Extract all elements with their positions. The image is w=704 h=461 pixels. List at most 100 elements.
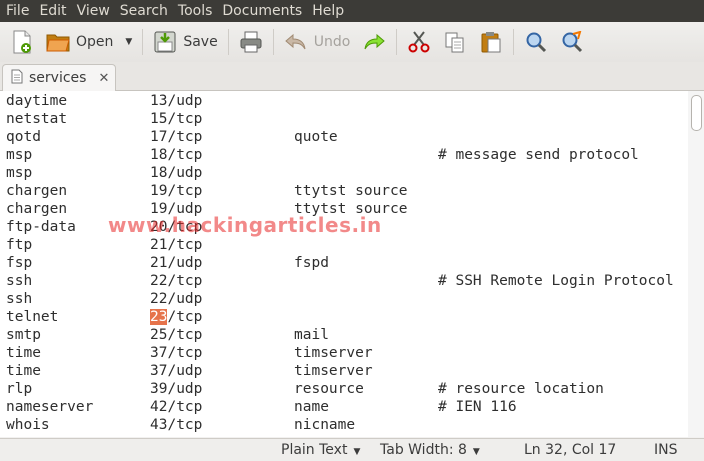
copy-icon <box>443 30 467 54</box>
editor-line: ssh 22/udp <box>0 290 202 308</box>
open-button[interactable]: Open <box>40 26 119 58</box>
editor-line: qotd 17/tcp quote <box>0 128 338 146</box>
port-protocol: 42/tcp <box>150 399 203 415</box>
service-name: ssh <box>6 273 33 289</box>
paste-icon <box>479 30 503 54</box>
paste-button[interactable] <box>473 26 509 58</box>
port-protocol: 23/tcp <box>150 308 202 326</box>
service-name: chargen <box>6 183 68 199</box>
line-comment: # IEN 116 <box>438 399 517 415</box>
replace-button[interactable] <box>554 26 590 58</box>
editor-line: msp 18/tcp # message send protocol <box>0 146 639 164</box>
line-comment: # message send protocol <box>438 147 639 163</box>
service-name: nameserver <box>6 399 94 415</box>
chevron-down-icon: ▼ <box>353 447 361 457</box>
service-name: rlp <box>6 381 33 397</box>
service-name: msp <box>6 147 33 163</box>
watermark: www.hackingarticles.in <box>108 213 382 237</box>
scissors-icon <box>407 30 431 54</box>
menu-view[interactable]: View <box>71 0 114 22</box>
open-label: Open <box>76 34 114 50</box>
service-name: smtp <box>6 327 41 343</box>
status-bar: Plain Text ▼ Tab Width: 8 ▼ Ln 32, Col 17 … <box>0 438 704 461</box>
editor-line: netstat 15/tcp <box>0 110 202 128</box>
editor-line: chargen 19/udp ttytst source <box>0 200 408 218</box>
menu-documents[interactable]: Documents <box>216 0 306 22</box>
port-protocol: 19/tcp <box>150 183 203 199</box>
port-protocol: 13/udp <box>150 93 203 109</box>
find-button[interactable] <box>518 26 554 58</box>
service-alias: timserver <box>294 363 373 379</box>
scrollbar-thumb[interactable] <box>691 95 702 131</box>
service-alias: name <box>294 399 329 415</box>
menu-bar: File Edit View Search Tools Documents He… <box>0 0 704 22</box>
toolbar: Open ▼ Save Undo <box>0 22 704 63</box>
toolbar-separator <box>227 29 229 55</box>
service-alias: fspd <box>294 255 329 271</box>
menu-edit[interactable]: Edit <box>33 0 70 22</box>
cursor-position: Ln 32, Col 17 <box>524 442 617 458</box>
port-protocol: 22/udp <box>150 291 203 307</box>
service-alias: mail <box>294 327 329 343</box>
port-protocol: 22/tcp <box>150 273 203 289</box>
undo-icon <box>284 30 308 54</box>
tab-width-label: Tab Width: 8 <box>380 442 467 458</box>
save-button[interactable]: Save <box>147 26 223 58</box>
tab-services[interactable]: services ✕ <box>2 64 116 91</box>
port-protocol: 25/tcp <box>150 327 203 343</box>
find-replace-icon <box>560 30 584 54</box>
redo-icon <box>362 30 386 54</box>
close-icon[interactable]: ✕ <box>98 71 109 86</box>
menu-tools[interactable]: Tools <box>172 0 217 22</box>
print-button[interactable] <box>233 26 269 58</box>
text-editor[interactable]: discard daytime 13/udp netstat 15/tcp qo… <box>0 91 688 437</box>
search-highlight: 23 <box>150 309 168 325</box>
service-name: netstat <box>6 111 68 127</box>
service-name: fsp <box>6 255 33 271</box>
service-alias: nicname <box>294 417 356 433</box>
menu-search[interactable]: Search <box>114 0 172 22</box>
search-icon <box>524 30 548 54</box>
tab-width-selector[interactable]: Tab Width: 8 ▼ <box>380 442 480 458</box>
syntax-label: Plain Text <box>281 442 348 458</box>
port-protocol: 21/udp <box>150 255 203 271</box>
service-name: qotd <box>6 129 41 145</box>
copy-button[interactable] <box>437 26 473 58</box>
insert-mode: INS <box>654 442 678 458</box>
new-document-icon <box>10 30 34 54</box>
chevron-down-icon: ▼ <box>125 37 133 47</box>
open-recent-dropdown[interactable]: ▼ <box>119 26 138 58</box>
undo-button[interactable]: Undo <box>278 26 357 58</box>
port-protocol: 18/tcp <box>150 147 203 163</box>
menu-help[interactable]: Help <box>306 0 348 22</box>
text-document-icon <box>11 69 23 88</box>
port-protocol: 21/tcp <box>150 237 203 253</box>
port-protocol-rest: /tcp <box>167 309 203 325</box>
port-protocol: 15/tcp <box>150 111 203 127</box>
redo-button[interactable] <box>356 26 392 58</box>
editor-line: smtp 25/tcp mail <box>0 326 329 344</box>
editor-line: daytime 13/udp <box>0 92 202 110</box>
undo-label: Undo <box>313 34 351 50</box>
port-protocol: 18/udp <box>150 165 203 181</box>
service-name: ftp-data <box>6 219 76 235</box>
syntax-selector[interactable]: Plain Text ▼ <box>281 442 360 458</box>
new-document-button[interactable] <box>4 26 40 58</box>
vertical-scrollbar[interactable] <box>688 91 704 437</box>
editor-line: time 37/udp timserver <box>0 362 373 380</box>
save-label: Save <box>183 34 218 50</box>
tab-label: services <box>29 70 87 86</box>
service-name: ftp <box>6 237 33 253</box>
menu-file[interactable]: File <box>0 0 33 22</box>
service-alias: timserver <box>294 345 373 361</box>
printer-icon <box>239 30 263 54</box>
service-name: ssh <box>6 291 33 307</box>
port-protocol: 37/tcp <box>150 345 203 361</box>
service-name: whois <box>6 417 50 433</box>
service-name: time <box>6 345 41 361</box>
folder-open-icon <box>46 30 70 54</box>
editor-line: rlp 39/udp resource # resource location <box>0 380 604 398</box>
editor-line: fsp 21/udp fspd <box>0 254 329 272</box>
line-comment: # resource location <box>438 381 604 397</box>
cut-button[interactable] <box>401 26 437 58</box>
